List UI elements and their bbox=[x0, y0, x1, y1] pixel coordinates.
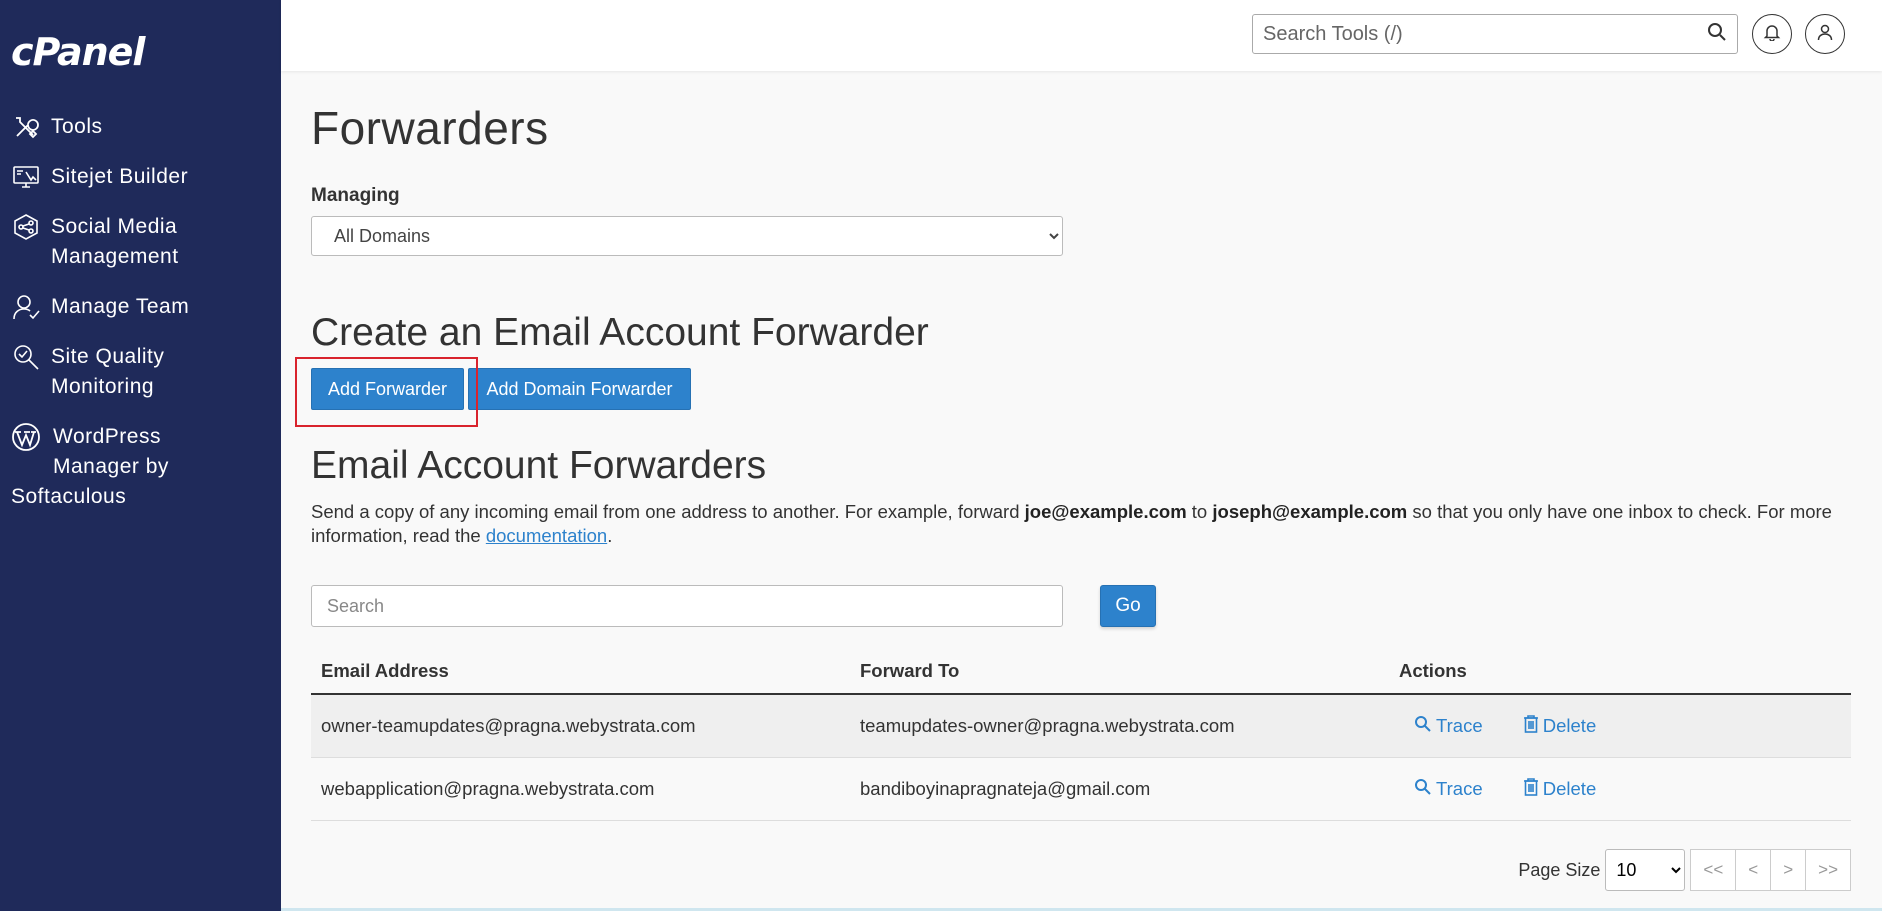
trash-icon bbox=[1523, 777, 1543, 801]
manage-team-icon bbox=[11, 292, 41, 322]
trace-label: Trace bbox=[1436, 778, 1483, 799]
tools-icon bbox=[11, 112, 41, 142]
next-page-button[interactable]: > bbox=[1770, 849, 1807, 891]
sidebar-item-label-line3: Softaculous bbox=[11, 485, 127, 508]
forwarders-description: Send a copy of any incoming email from o… bbox=[311, 501, 1832, 546]
last-page-button[interactable]: >> bbox=[1805, 849, 1851, 891]
add-forwarder-button[interactable]: Add Forwarder bbox=[311, 368, 464, 410]
sidebar-item-label: WordPress bbox=[53, 425, 161, 448]
documentation-link[interactable]: documentation bbox=[486, 525, 607, 546]
cpanel-logo[interactable]: cPanel bbox=[11, 30, 145, 74]
sidebar-nav: Tools Sitejet Builder Social Media Manage… bbox=[0, 112, 281, 532]
sidebar-item-label: Manage Team bbox=[51, 295, 190, 318]
managing-domain-select[interactable]: All Domains bbox=[311, 216, 1063, 256]
example-forward-address: joseph@example.com bbox=[1212, 501, 1408, 522]
search-tools-input[interactable] bbox=[1263, 22, 1707, 46]
sidebar: cPanel Tools Sitejet Builder Social Medi… bbox=[0, 0, 281, 911]
prev-page-button[interactable]: < bbox=[1735, 849, 1772, 891]
forwarders-table: Email Address Forward To Actions owner-t… bbox=[311, 648, 1851, 821]
sidebar-item-label: Social Media Management bbox=[51, 215, 179, 268]
search-icon bbox=[1414, 778, 1436, 801]
delete-link[interactable]: Delete bbox=[1523, 714, 1596, 738]
pagination: Page Size 10 << < > >> bbox=[1518, 849, 1851, 891]
add-domain-forwarder-button[interactable]: Add Domain Forwarder bbox=[468, 368, 691, 410]
delete-label: Delete bbox=[1542, 777, 1597, 799]
search-tools-box[interactable] bbox=[1252, 14, 1738, 54]
page-size-select[interactable]: 10 bbox=[1605, 849, 1686, 891]
sidebar-item-label: Site Quality Monitoring bbox=[51, 345, 165, 398]
sitejet-icon bbox=[11, 162, 41, 192]
wordpress-icon bbox=[11, 422, 41, 452]
column-header-actions: Actions bbox=[1389, 648, 1851, 695]
trace-link[interactable]: Trace bbox=[1414, 778, 1483, 801]
email-address-cell: owner-teamupdates@pragna.webystrata.com bbox=[311, 694, 850, 758]
forwarders-search-input[interactable] bbox=[311, 585, 1063, 627]
managing-label: Managing bbox=[311, 185, 400, 206]
bell-icon bbox=[1763, 23, 1781, 46]
delete-label: Delete bbox=[1542, 714, 1597, 736]
user-menu-button[interactable] bbox=[1805, 14, 1845, 54]
go-button[interactable]: Go bbox=[1100, 585, 1156, 627]
sidebar-item-wordpress[interactable]: WordPress Manager by Softaculous bbox=[0, 422, 281, 512]
column-header-email[interactable]: Email Address bbox=[311, 648, 850, 695]
delete-link[interactable]: Delete bbox=[1523, 777, 1596, 801]
trace-link[interactable]: Trace bbox=[1414, 715, 1483, 738]
table-row: webapplication@pragna.webystrata.com ban… bbox=[311, 757, 1851, 821]
forward-to-cell: bandiboyinapragnateja@gmail.com bbox=[850, 757, 1389, 821]
table-header-row: Email Address Forward To Actions bbox=[311, 648, 1851, 695]
sidebar-item-label: Tools bbox=[51, 115, 103, 138]
example-address: joe@example.com bbox=[1024, 501, 1187, 522]
trace-label: Trace bbox=[1436, 715, 1483, 737]
create-forwarder-heading: Create an Email Account Forwarder bbox=[311, 311, 929, 354]
sidebar-item-social-media[interactable]: Social Media Management bbox=[0, 212, 281, 272]
sidebar-item-site-quality[interactable]: Site Quality Monitoring bbox=[0, 342, 281, 402]
forwarders-list-heading: Email Account Forwarders bbox=[311, 444, 767, 487]
sidebar-item-sitejet[interactable]: Sitejet Builder bbox=[0, 162, 281, 192]
sidebar-item-label-line2: Manager by bbox=[53, 455, 169, 478]
table-row: owner-teamupdates@pragna.webystrata.com … bbox=[311, 694, 1851, 758]
email-address-cell: webapplication@pragna.webystrata.com bbox=[311, 757, 850, 821]
sidebar-item-tools[interactable]: Tools bbox=[0, 112, 281, 142]
notifications-button[interactable] bbox=[1752, 14, 1792, 54]
actions-cell: Trace Delete bbox=[1389, 694, 1851, 758]
top-bar bbox=[281, 0, 1882, 71]
search-icon[interactable] bbox=[1707, 22, 1727, 47]
sidebar-item-manage-team[interactable]: Manage Team bbox=[0, 292, 281, 322]
first-page-button[interactable]: << bbox=[1690, 849, 1737, 891]
page-title: Forwarders bbox=[311, 102, 549, 154]
user-icon bbox=[1816, 23, 1834, 46]
page-size-label: Page Size bbox=[1518, 859, 1601, 880]
sidebar-item-label: Sitejet Builder bbox=[51, 165, 189, 188]
site-quality-icon bbox=[11, 342, 41, 372]
column-header-forward-to[interactable]: Forward To bbox=[850, 648, 1389, 695]
actions-cell: Trace Delete bbox=[1389, 757, 1851, 821]
search-icon bbox=[1414, 715, 1436, 738]
forward-to-cell: teamupdates-owner@pragna.webystrata.com bbox=[850, 694, 1389, 758]
social-media-icon bbox=[11, 212, 41, 242]
trash-icon bbox=[1523, 714, 1543, 738]
